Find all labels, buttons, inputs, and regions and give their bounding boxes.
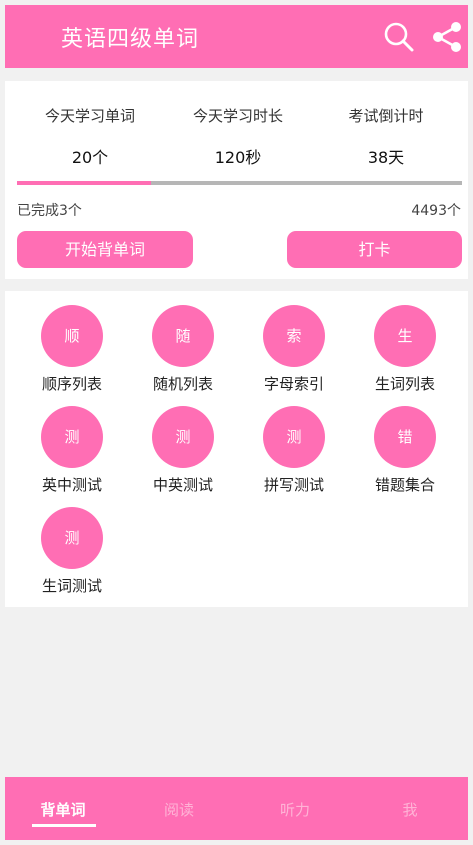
random-list-icon: 随 (152, 305, 214, 367)
tab-label: 背单词 (40, 801, 86, 819)
wrong-answers-icon: 错 (374, 406, 436, 468)
stat-value: 38天 (367, 148, 405, 167)
stats-card: 今天学习单词 20个 今天学习时长 120秒 考试倒计时 38天 已完成3个 4… (5, 81, 468, 279)
grid-item-label: 英中测试 (41, 476, 102, 494)
stat-words-today: 今天学习单词 20个 (15, 105, 165, 168)
share-icon[interactable] (429, 19, 465, 55)
stat-time-today: 今天学习时长 120秒 (163, 105, 313, 168)
grid-item-letter-index[interactable]: 索 字母索引 (239, 305, 349, 394)
grid-item-zh-en-test[interactable]: 测 中英测试 (128, 406, 238, 495)
stat-label: 考试倒计时 (348, 107, 424, 125)
stat-label: 今天学习单词 (44, 107, 135, 125)
grid-item-new-words-test[interactable]: 测 生词测试 (17, 507, 127, 596)
completed-count: 已完成3个 (17, 203, 82, 219)
progress-bar (17, 181, 462, 185)
grid-item-label: 错题集合 (374, 476, 435, 494)
app-header: 英语四级单词 (5, 5, 468, 68)
grid-item-label: 拼写测试 (263, 476, 324, 494)
stat-exam-countdown: 考试倒计时 38天 (311, 105, 461, 168)
stat-value: 20个 (71, 148, 109, 167)
grid-item-label: 生词测试 (41, 577, 102, 595)
feature-grid: 顺 顺序列表 随 随机列表 索 字母索引 生 生词列表 测 英中测试 测 中英测… (5, 291, 468, 607)
tab-label: 听力 (279, 801, 310, 819)
grid-item-label: 字母索引 (263, 375, 324, 393)
en-zh-test-icon: 测 (41, 406, 103, 468)
sequential-list-icon: 顺 (41, 305, 103, 367)
tab-label: 阅读 (163, 801, 194, 819)
app-frame: 英语四级单词 今天学习单词 20个 今天学习时长 120秒 考试倒计时 38天 … (5, 5, 468, 840)
tab-me[interactable]: 我 (352, 799, 468, 820)
grid-item-sequential-list[interactable]: 顺 顺序列表 (17, 305, 127, 394)
tab-memorize[interactable]: 背单词 (5, 799, 121, 827)
search-icon[interactable] (381, 19, 417, 55)
app-title: 英语四级单词 (61, 27, 200, 52)
new-words-list-icon: 生 (374, 305, 436, 367)
tab-listening[interactable]: 听力 (237, 799, 353, 820)
grid-item-label: 顺序列表 (41, 375, 102, 393)
grid-item-label: 生词列表 (374, 375, 435, 393)
new-words-test-icon: 测 (41, 507, 103, 569)
total-count: 4493个 (411, 203, 461, 219)
grid-item-random-list[interactable]: 随 随机列表 (128, 305, 238, 394)
bottom-tab-bar: 背单词 阅读 听力 我 (5, 777, 468, 840)
grid-item-en-zh-test[interactable]: 测 英中测试 (17, 406, 127, 495)
grid-item-label: 随机列表 (152, 375, 213, 393)
active-tab-indicator (32, 824, 96, 827)
stat-value: 120秒 (214, 148, 262, 167)
grid-item-label: 中英测试 (152, 476, 213, 494)
start-memorize-button[interactable]: 开始背单词 (17, 231, 193, 268)
zh-en-test-icon: 测 (152, 406, 214, 468)
tab-label: 我 (402, 801, 418, 819)
grid-item-wrong-answers[interactable]: 错 错题集合 (350, 406, 460, 495)
spelling-test-icon: 测 (263, 406, 325, 468)
tab-reading[interactable]: 阅读 (121, 799, 237, 820)
stat-label: 今天学习时长 (192, 107, 283, 125)
checkin-button[interactable]: 打卡 (287, 231, 462, 268)
progress-fill (17, 181, 151, 185)
grid-item-new-words-list[interactable]: 生 生词列表 (350, 305, 460, 394)
letter-index-icon: 索 (263, 305, 325, 367)
grid-item-spelling-test[interactable]: 测 拼写测试 (239, 406, 349, 495)
